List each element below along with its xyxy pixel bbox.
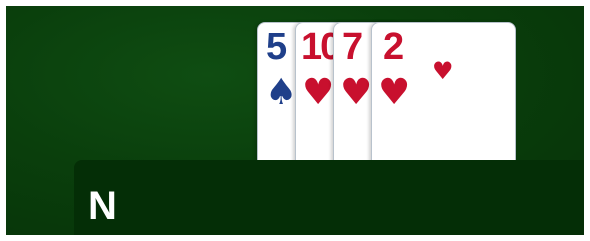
heart-suit-icon: ♥ (378, 72, 411, 113)
heart-suit-icon: ♥ (302, 72, 335, 113)
player-info-panel: N (74, 160, 584, 235)
heart-suit-icon: ♥ (340, 72, 373, 113)
card-rank: 5 (266, 26, 287, 68)
spade-suit-icon: ♠ (265, 72, 298, 113)
heart-pip-icon: ♥ (432, 57, 454, 85)
card-rank: 7 (342, 26, 363, 68)
game-table: 5 ♠ 10 ♥ 7 ♥ 2 ♥ ♥ ♥ N (6, 6, 584, 235)
panel-title: N (88, 184, 117, 228)
card-rank: 2 (383, 26, 404, 68)
